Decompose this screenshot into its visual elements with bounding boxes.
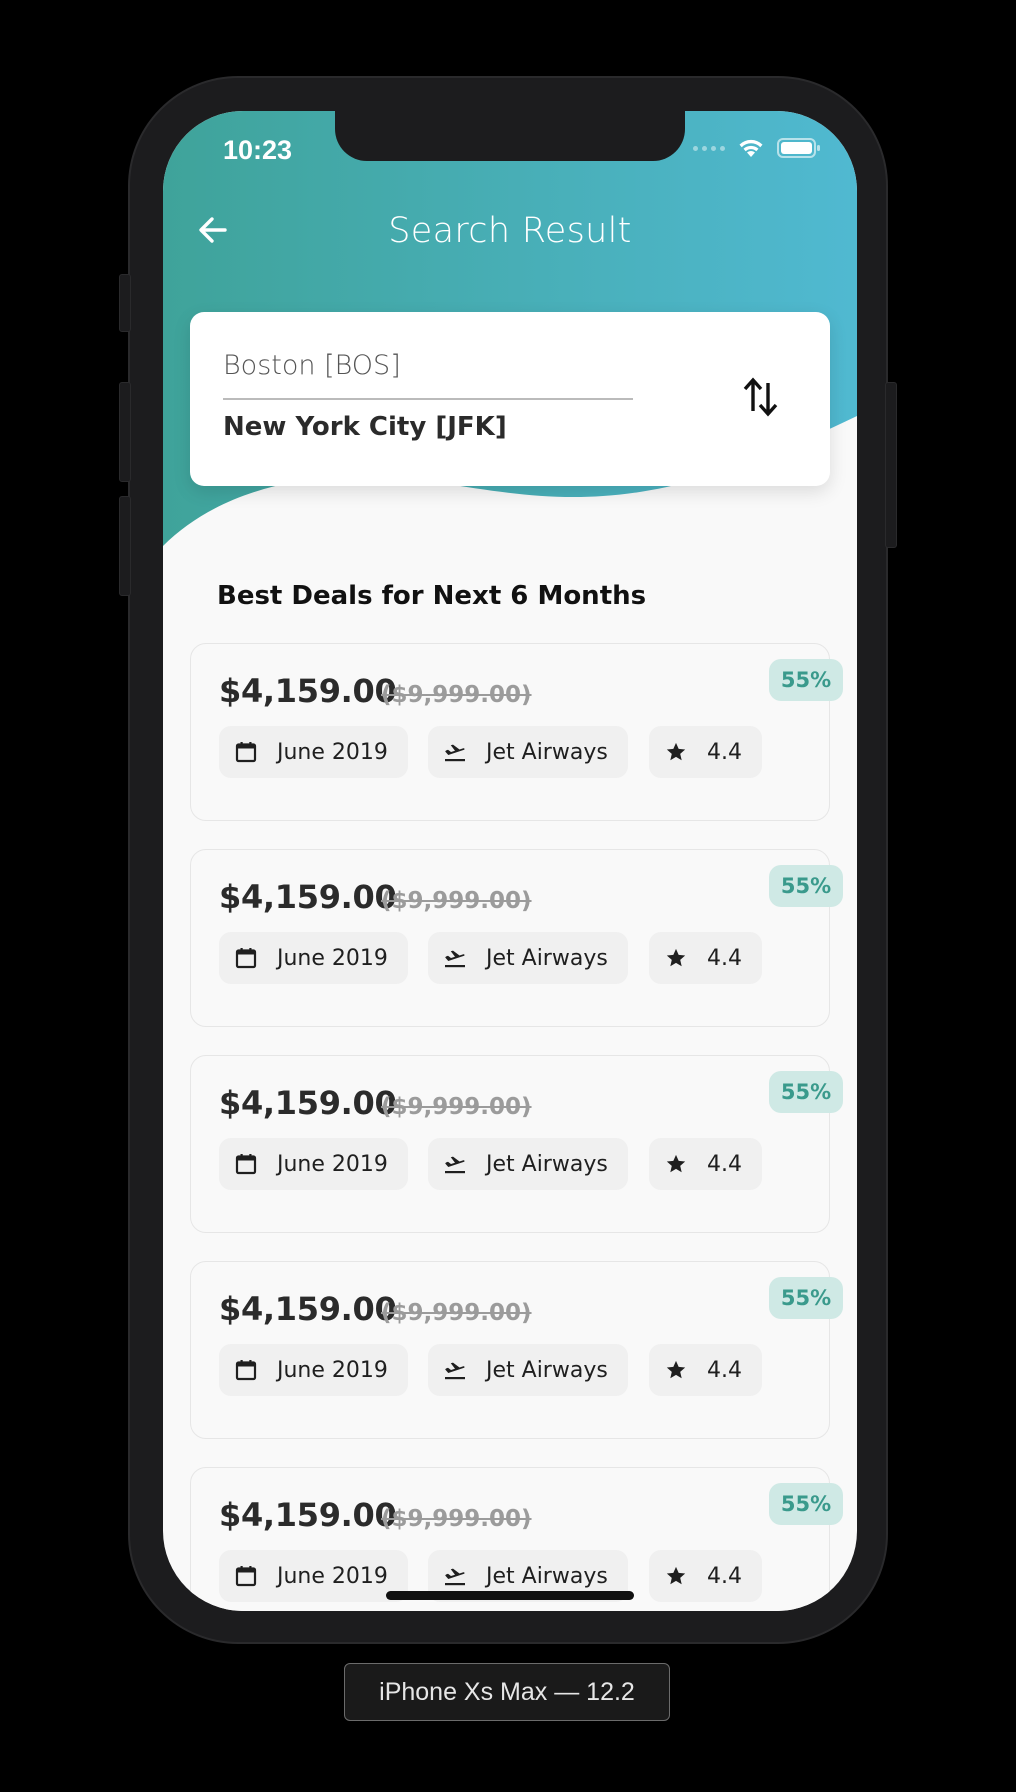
date-chip: June 2019 bbox=[219, 1138, 408, 1190]
airline-chip: Jet Airways bbox=[428, 726, 628, 778]
deal-price: $4,159.00 bbox=[219, 1290, 397, 1328]
deal-price: $4,159.00 bbox=[219, 672, 397, 710]
star-icon bbox=[665, 1359, 687, 1381]
calendar-icon bbox=[235, 741, 257, 763]
deal-old-price: ($9,999.00) bbox=[381, 888, 532, 914]
volume-up-button bbox=[119, 382, 131, 482]
deal-date: June 2019 bbox=[277, 739, 388, 765]
discount-badge: 55% bbox=[769, 659, 843, 701]
deal-price: $4,159.00 bbox=[219, 1496, 397, 1534]
deal-old-price: ($9,999.00) bbox=[381, 1506, 532, 1532]
date-chip: June 2019 bbox=[219, 932, 408, 984]
wifi-icon bbox=[739, 139, 763, 157]
rating-chip: 4.4 bbox=[649, 1344, 762, 1396]
deal-rating: 4.4 bbox=[707, 1357, 742, 1383]
star-icon bbox=[665, 741, 687, 763]
deal-date: June 2019 bbox=[277, 1151, 388, 1177]
page-title: Search Result bbox=[388, 211, 632, 251]
deal-rating: 4.4 bbox=[707, 739, 742, 765]
flight-takeoff-icon bbox=[444, 1359, 466, 1381]
notch bbox=[335, 111, 685, 161]
airline-chip: Jet Airways bbox=[428, 932, 628, 984]
flight-takeoff-icon bbox=[444, 741, 466, 763]
deal-card[interactable]: 55% $4,159.00 ($9,999.00) June 2019 Jet … bbox=[190, 849, 843, 1027]
date-chip: June 2019 bbox=[219, 1550, 408, 1602]
airline-chip: Jet Airways bbox=[428, 1138, 628, 1190]
airline-chip: Jet Airways bbox=[428, 1344, 628, 1396]
route-card: Boston [BOS] New York City [JFK] bbox=[190, 312, 830, 486]
volume-down-button bbox=[119, 496, 131, 596]
route-divider bbox=[223, 398, 633, 400]
deal-airline: Jet Airways bbox=[486, 945, 608, 971]
calendar-icon bbox=[235, 1153, 257, 1175]
deal-card[interactable]: 55% $4,159.00 ($9,999.00) June 2019 Jet … bbox=[190, 643, 843, 821]
star-icon bbox=[665, 1565, 687, 1587]
deal-airline: Jet Airways bbox=[486, 1563, 608, 1589]
deal-price: $4,159.00 bbox=[219, 1084, 397, 1122]
deal-date: June 2019 bbox=[277, 945, 388, 971]
deal-airline: Jet Airways bbox=[486, 739, 608, 765]
date-chip: June 2019 bbox=[219, 1344, 408, 1396]
calendar-icon bbox=[235, 947, 257, 969]
app-screen: 10:23 Search Result Boston [BOS] New Yor… bbox=[163, 111, 857, 1611]
power-button bbox=[885, 382, 897, 548]
deal-card[interactable]: 55% $4,159.00 ($9,999.00) June 2019 Jet … bbox=[190, 1261, 843, 1439]
flight-takeoff-icon bbox=[444, 1153, 466, 1175]
origin-field[interactable]: Boston [BOS] bbox=[223, 350, 401, 381]
rating-chip: 4.4 bbox=[649, 1138, 762, 1190]
signal-dots-icon bbox=[693, 145, 725, 151]
rating-chip: 4.4 bbox=[649, 1550, 762, 1602]
status-icons bbox=[693, 137, 821, 159]
deal-price: $4,159.00 bbox=[219, 878, 397, 916]
deal-airline: Jet Airways bbox=[486, 1151, 608, 1177]
discount-badge: 55% bbox=[769, 1483, 843, 1525]
discount-badge: 55% bbox=[769, 1071, 843, 1113]
destination-field[interactable]: New York City [JFK] bbox=[223, 412, 507, 442]
deal-old-price: ($9,999.00) bbox=[381, 1094, 532, 1120]
deal-old-price: ($9,999.00) bbox=[381, 1300, 532, 1326]
device-label: iPhone Xs Max — 12.2 bbox=[344, 1663, 670, 1721]
deal-card[interactable]: 55% $4,159.00 ($9,999.00) June 2019 Jet … bbox=[190, 1467, 843, 1611]
flight-takeoff-icon bbox=[444, 1565, 466, 1587]
discount-badge: 55% bbox=[769, 865, 843, 907]
rating-chip: 4.4 bbox=[649, 726, 762, 778]
deal-card[interactable]: 55% $4,159.00 ($9,999.00) June 2019 Jet … bbox=[190, 1055, 843, 1233]
calendar-icon bbox=[235, 1565, 257, 1587]
calendar-icon bbox=[235, 1359, 257, 1381]
swap-button[interactable] bbox=[736, 372, 786, 422]
battery-icon bbox=[777, 138, 820, 158]
status-time: 10:23 bbox=[223, 135, 293, 165]
mute-switch bbox=[119, 274, 131, 332]
phone-frame: 10:23 Search Result Boston [BOS] New Yor… bbox=[119, 76, 897, 1644]
deal-rating: 4.4 bbox=[707, 1563, 742, 1589]
rating-chip: 4.4 bbox=[649, 932, 762, 984]
deal-rating: 4.4 bbox=[707, 1151, 742, 1177]
star-icon bbox=[665, 947, 687, 969]
home-indicator[interactable] bbox=[386, 1591, 634, 1600]
deal-date: June 2019 bbox=[277, 1563, 388, 1589]
flight-takeoff-icon bbox=[444, 947, 466, 969]
section-title: Best Deals for Next 6 Months bbox=[217, 581, 647, 611]
deal-rating: 4.4 bbox=[707, 945, 742, 971]
date-chip: June 2019 bbox=[219, 726, 408, 778]
swap-vertical-icon bbox=[743, 377, 778, 417]
star-icon bbox=[665, 1153, 687, 1175]
deal-airline: Jet Airways bbox=[486, 1357, 608, 1383]
deal-old-price: ($9,999.00) bbox=[381, 682, 532, 708]
discount-badge: 55% bbox=[769, 1277, 843, 1319]
deal-date: June 2019 bbox=[277, 1357, 388, 1383]
